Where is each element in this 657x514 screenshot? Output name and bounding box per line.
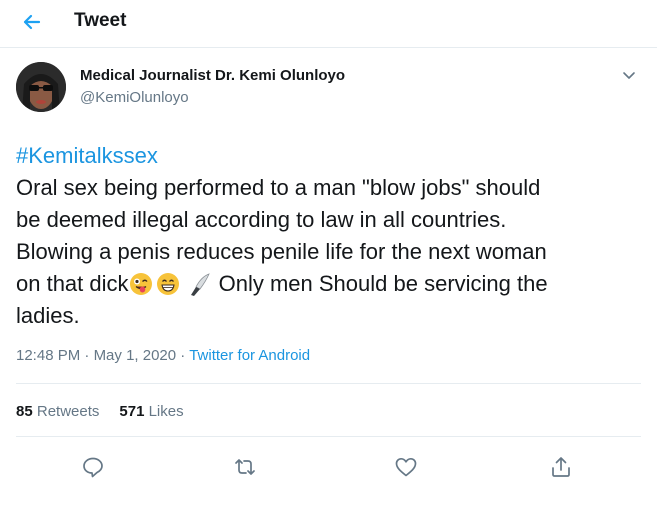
reply-icon [83,457,103,478]
back-button[interactable] [16,8,48,36]
like-button[interactable] [393,454,419,480]
retweets-count: 85 [16,403,33,420]
author-handle[interactable]: @KemiOlunloyo [80,89,189,106]
more-options-button[interactable] [618,66,640,84]
grinning-face-emoji [156,273,179,295]
tweet-line-segment: Only men Should be servicing the [212,271,548,296]
page-header: Tweet [0,0,657,48]
share-icon [552,457,570,477]
tweet-meta: 12:48 PM · May 1, 2020 · Twitter for And… [16,347,310,364]
tweet-source-link[interactable]: Twitter for Android [189,347,310,364]
winking-face-tongue-emoji [129,273,152,295]
arrow-left-icon [23,14,41,30]
tweet-line-segment: on that dick [16,271,129,296]
author-display-name[interactable]: Medical Journalist Dr. Kemi Olunloyo [80,67,345,84]
meta-separator: · [180,347,186,364]
tweet-line: be deemed illegal according to law in al… [16,207,507,232]
likes-count: 571 [119,403,145,420]
retweet-button[interactable] [232,454,258,480]
likes-stat[interactable]: 571 Likes [119,403,183,420]
like-icon [395,457,417,477]
tweet-stats: 85 Retweets 571 Likes [16,403,184,420]
tweet-text: #Kemitalkssex Oral sex being performed t… [16,140,646,332]
retweet-icon [235,459,255,475]
reply-button[interactable] [80,454,106,480]
share-button[interactable] [548,454,574,480]
retweets-label: Retweets [36,403,100,420]
avatar[interactable] [16,62,66,112]
likes-label: Likes [148,403,184,420]
divider [16,436,641,437]
hashtag-link[interactable]: #Kemitalkssex [16,143,158,168]
retweets-stat[interactable]: 85 Retweets [16,403,99,420]
page-title: Tweet [74,10,127,31]
meta-separator: · [84,347,90,364]
tweet-line: ladies. [16,303,80,328]
divider [16,383,641,384]
tweet-line-with-emojis: on that dick Only men Should be servicin… [16,268,646,300]
tweet-line: Blowing a penis reduces penile life for … [16,239,547,264]
tweet-line: Oral sex being performed to a man "blow … [16,175,541,200]
kitchen-knife-emoji [187,271,213,297]
chevron-down-icon [623,72,635,79]
tweet-date[interactable]: May 1, 2020 [94,347,177,364]
tweet-time[interactable]: 12:48 PM [16,347,80,364]
